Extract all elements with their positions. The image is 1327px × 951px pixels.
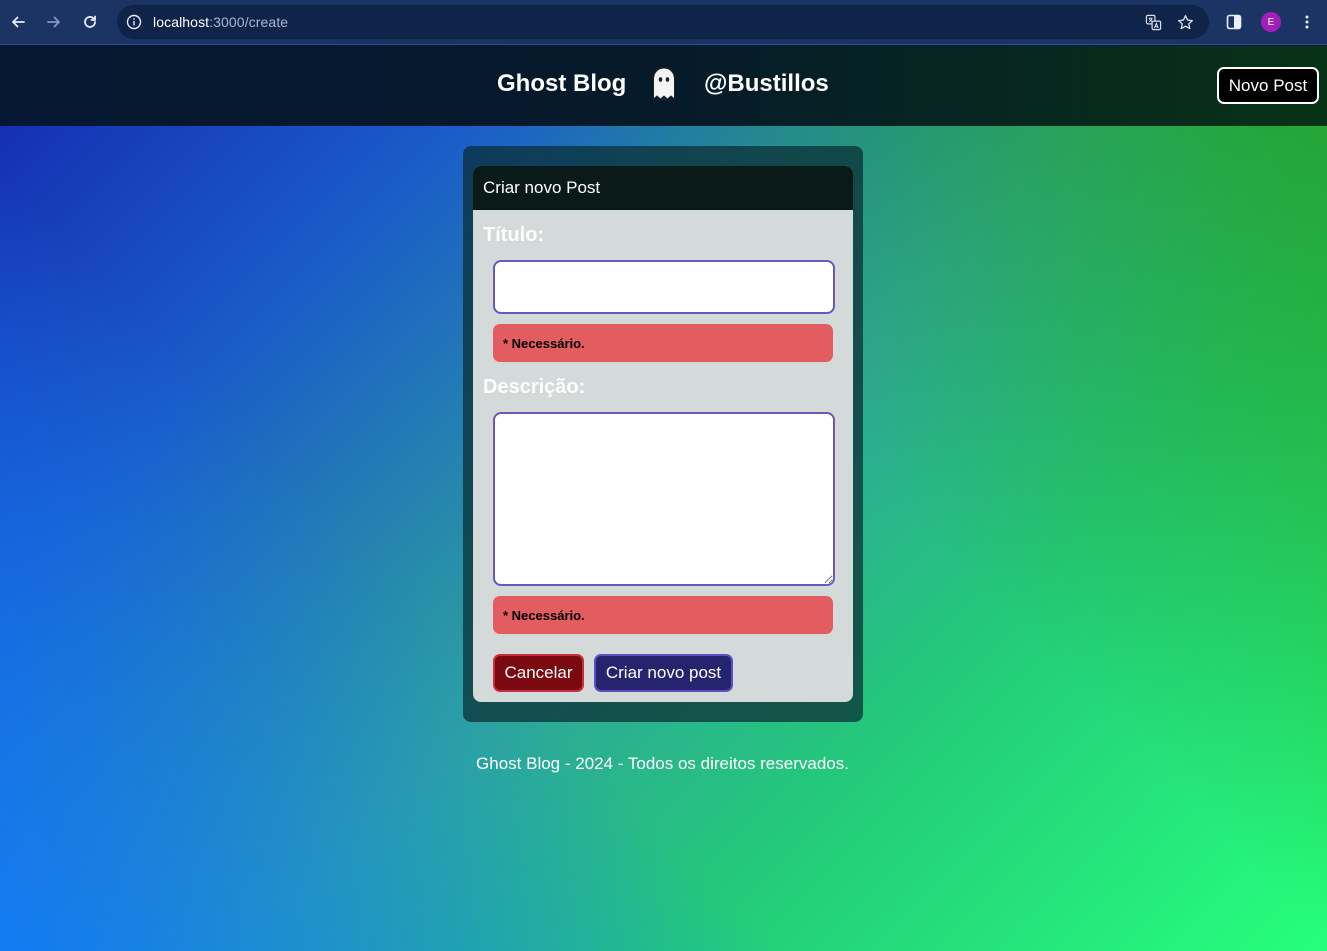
footer-text: Ghost Blog - 2024 - Todos os direitos re… <box>476 754 849 773</box>
new-post-button[interactable]: Novo Post <box>1217 67 1319 104</box>
reload-icon[interactable] <box>75 7 105 37</box>
page-body: Ghost Blog @Bustillos Novo Post Criar no… <box>0 46 1327 951</box>
card-title: Criar novo Post <box>473 166 853 210</box>
url-host: localhost <box>153 14 210 30</box>
title-error-message: * Necessário. <box>493 324 833 362</box>
footer: Ghost Blog - 2024 - Todos os direitos re… <box>0 754 1327 774</box>
address-bar[interactable]: localhost:3000/create <box>117 5 1209 39</box>
description-textarea[interactable] <box>493 412 835 586</box>
create-post-form: Criar novo Post Título: * Necessário. De… <box>473 166 853 702</box>
back-icon[interactable] <box>3 7 33 37</box>
star-icon[interactable] <box>1175 12 1195 32</box>
translate-icon[interactable] <box>1143 12 1163 32</box>
kebab-menu-icon[interactable] <box>1297 12 1317 32</box>
browser-toolbar: localhost:3000/create E <box>0 0 1327 45</box>
cancel-button[interactable]: Cancelar <box>493 654 584 692</box>
url-path: :3000/create <box>209 14 289 30</box>
brand-title[interactable]: Ghost Blog <box>497 70 626 98</box>
side-panel-icon[interactable] <box>1224 12 1244 32</box>
author-handle: @Bustillos <box>704 70 829 97</box>
url-text[interactable]: localhost:3000/create <box>153 14 288 30</box>
title-label: Título: <box>483 224 545 246</box>
profile-avatar[interactable]: E <box>1261 12 1281 32</box>
form-card-wrapper: Criar novo Post Título: * Necessário. De… <box>463 146 863 722</box>
create-post-button[interactable]: Criar novo post <box>594 654 733 692</box>
title-input[interactable] <box>493 260 835 314</box>
description-error-message: * Necessário. <box>493 596 833 634</box>
site-header: Ghost Blog @Bustillos Novo Post <box>0 46 1327 126</box>
forward-icon[interactable] <box>39 7 69 37</box>
description-label: Descrição: <box>483 376 586 398</box>
ghost-icon <box>650 66 678 104</box>
info-icon[interactable] <box>123 11 145 33</box>
